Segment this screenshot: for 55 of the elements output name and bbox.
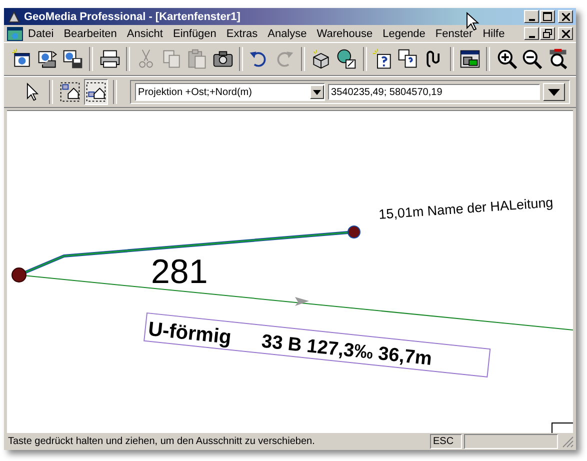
app-icon xyxy=(7,10,21,24)
globe-edit-icon xyxy=(335,48,358,70)
node-marker xyxy=(348,226,360,238)
window-title: GeoMedia Professional - [Kartenfenster1] xyxy=(24,10,240,22)
close-button[interactable] xyxy=(558,27,573,40)
minimize-button[interactable] xyxy=(524,27,539,40)
restore-button[interactable] xyxy=(540,27,555,40)
zoom-out-icon xyxy=(521,48,544,70)
menu-item[interactable]: Datei xyxy=(23,28,59,40)
close-button[interactable] xyxy=(558,10,573,23)
zoom-in-icon xyxy=(496,48,518,70)
menu-item[interactable]: Warehouse xyxy=(312,28,378,40)
status-pane: ESC xyxy=(430,434,462,449)
map-label: 33 B 127,3‰ 36,7m xyxy=(260,331,433,370)
status-message: Taste gedrückt halten und ziehen, um den Ausschnitt zu verschieben. xyxy=(7,436,316,447)
resize-grip-icon xyxy=(562,436,574,448)
node-marker xyxy=(12,268,26,282)
minimize-icon xyxy=(528,36,534,38)
copy-icon xyxy=(160,48,183,70)
dropdown-arrow-icon xyxy=(313,90,322,94)
open-icon xyxy=(36,48,59,70)
dropdown-button[interactable] xyxy=(543,83,566,101)
close-icon xyxy=(562,30,570,38)
maximize-icon xyxy=(543,12,552,21)
projection-dropdown[interactable]: Projektion +Ost;+Nord(m) xyxy=(135,83,326,101)
camera-icon xyxy=(212,48,234,70)
help-icon xyxy=(372,48,394,70)
menu-item[interactable]: Bearbeiten xyxy=(58,28,122,40)
menu-item[interactable]: Hilfe xyxy=(478,28,510,40)
select-area-icon xyxy=(59,81,82,103)
restore-icon xyxy=(543,29,552,38)
menu-item[interactable]: Ansicht xyxy=(122,28,168,40)
menu-item[interactable]: Legende xyxy=(378,28,430,40)
menu-item[interactable]: Analyse xyxy=(262,28,312,40)
print-icon xyxy=(98,48,121,70)
document-icon xyxy=(7,26,23,40)
save-icon xyxy=(62,48,84,70)
map-label: U-förmig xyxy=(147,318,232,349)
tool-button[interactable] xyxy=(84,79,108,105)
select-area-icon xyxy=(85,81,108,103)
window-icon xyxy=(459,48,482,70)
close-icon xyxy=(562,12,570,20)
map-annotation: 15,01m Name der HALeitung xyxy=(378,194,554,222)
pipe-number: 281 xyxy=(151,253,208,291)
dropdown-arrow-icon xyxy=(548,88,560,96)
minimize-icon xyxy=(528,18,534,20)
menu-item[interactable]: Extras xyxy=(221,28,263,40)
frame-corner xyxy=(552,422,573,433)
menu-item[interactable]: Fenster xyxy=(430,28,478,40)
coordinate-field[interactable]: 3540235,49; 5804570,19 xyxy=(328,84,540,100)
minimize-button[interactable] xyxy=(524,10,539,23)
menu-item[interactable]: Einfügen xyxy=(168,28,222,40)
windows-icon xyxy=(397,48,420,70)
maximize-button[interactable] xyxy=(540,10,555,23)
paste-icon xyxy=(186,48,208,70)
